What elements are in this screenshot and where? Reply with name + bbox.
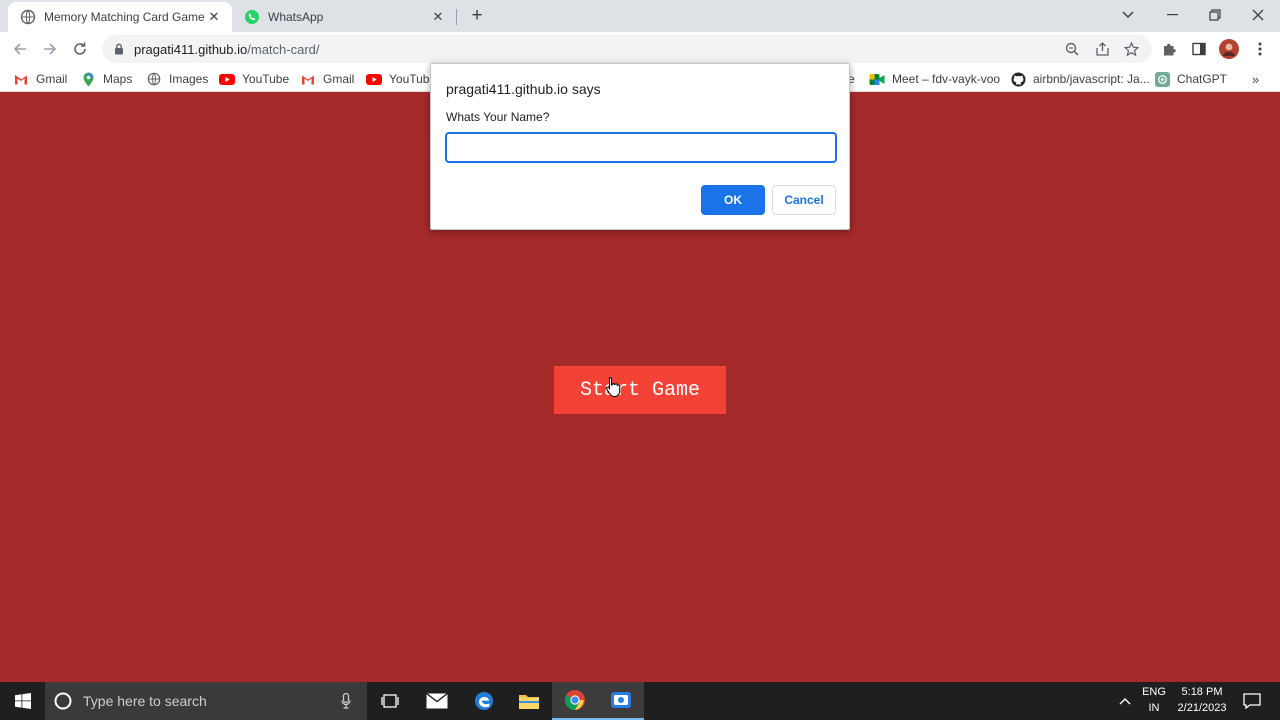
restore-icon	[1209, 9, 1221, 21]
ok-button[interactable]: OK	[701, 185, 765, 215]
bookmark-youtube-2[interactable]: YouTube	[366, 70, 430, 88]
bookmark-maps[interactable]: Maps	[80, 70, 132, 88]
close-icon[interactable]: ✕	[430, 9, 446, 25]
microphone-icon[interactable]	[341, 693, 351, 709]
lock-icon	[115, 43, 123, 55]
zoom-icon[interactable]	[1063, 40, 1081, 58]
extensions-button[interactable]	[1159, 39, 1179, 59]
bookmark-gmail-2[interactable]: Gmail	[300, 70, 354, 88]
bookmark-star-icon[interactable]	[1122, 40, 1140, 58]
chevron-up-icon	[1119, 698, 1131, 705]
menu-button[interactable]	[1250, 39, 1270, 59]
url-path: /match-card/	[247, 41, 320, 57]
mail-icon	[426, 693, 448, 709]
task-view-icon	[381, 694, 399, 708]
dialog-message: Whats Your Name?	[446, 110, 550, 124]
cortana-circle-icon	[54, 692, 72, 710]
minimize-icon	[1166, 14, 1178, 16]
reload-button[interactable]	[68, 37, 92, 61]
arrow-right-icon	[44, 43, 57, 55]
dialog-title: pragati411.github.io says	[446, 81, 601, 97]
bookmark-youtube[interactable]: YouTube	[219, 70, 289, 88]
taskbar-chrome[interactable]	[552, 682, 598, 720]
tab-search-button[interactable]	[1106, 0, 1150, 30]
chrome-icon	[564, 690, 585, 711]
profile-avatar[interactable]	[1219, 39, 1239, 59]
gmail-icon	[13, 71, 29, 87]
taskbar-search-box[interactable]: Type here to search	[45, 682, 367, 720]
back-button[interactable]	[8, 37, 32, 61]
reload-icon	[74, 42, 86, 55]
cancel-button[interactable]: Cancel	[772, 185, 836, 215]
recorder-icon	[611, 692, 631, 708]
taskbar-mail[interactable]	[414, 682, 460, 720]
close-icon	[1252, 9, 1264, 21]
bookmark-gmail[interactable]: Gmail	[13, 70, 67, 88]
github-icon	[1010, 71, 1026, 87]
more-bookmarks-button[interactable]: »	[1252, 70, 1259, 88]
close-icon[interactable]: ✕	[206, 9, 222, 25]
bookmark-images[interactable]: Images	[146, 70, 208, 88]
puzzle-icon	[1163, 43, 1176, 55]
notification-center-button[interactable]	[1232, 682, 1272, 720]
taskbar-file-explorer[interactable]	[506, 682, 552, 720]
browser-window: Memory Matching Card Game ✕ WhatsApp ✕ +	[0, 0, 1280, 720]
show-hidden-icons-button[interactable]	[1112, 682, 1138, 720]
windows-logo-icon	[14, 693, 31, 709]
whatsapp-icon	[245, 10, 259, 24]
double-chevron-right-icon: »	[1252, 71, 1260, 87]
tab-memory-game[interactable]: Memory Matching Card Game ✕	[8, 2, 232, 32]
folder-icon	[519, 695, 539, 709]
language-indicator[interactable]: ENG IN	[1138, 684, 1170, 716]
hand-cursor-icon	[606, 377, 621, 398]
taskbar-screen-recorder[interactable]	[598, 682, 644, 720]
taskbar-edge[interactable]	[461, 682, 507, 720]
side-panel-button[interactable]	[1189, 39, 1209, 59]
forward-button[interactable]	[38, 37, 62, 61]
task-view-button[interactable]	[367, 682, 413, 720]
bookmark-chatgpt[interactable]: ChatGPT	[1154, 70, 1227, 88]
meet-icon	[869, 71, 885, 87]
globe-icon	[20, 9, 36, 25]
youtube-icon	[219, 71, 235, 87]
gmail-icon	[300, 71, 316, 87]
chatgpt-icon	[1154, 71, 1170, 87]
side-panel-icon	[1192, 42, 1206, 56]
tab-title: Memory Matching Card Game	[44, 10, 205, 24]
clock[interactable]: 5:18 PM 2/21/2023	[1172, 684, 1232, 716]
chevron-down-icon	[1122, 11, 1134, 19]
avatar-icon	[1219, 39, 1239, 59]
notification-icon	[1243, 693, 1261, 709]
start-button[interactable]	[0, 682, 45, 720]
bookmark-meet[interactable]: Meet – fdv-vayk-voo	[869, 70, 1000, 88]
globe-icon	[146, 71, 162, 87]
prompt-dialog: pragati411.github.io says Whats Your Nam…	[430, 63, 850, 230]
arrow-left-icon	[13, 43, 26, 55]
close-window-button[interactable]	[1236, 0, 1280, 30]
edge-icon	[475, 692, 493, 710]
search-placeholder: Type here to search	[83, 693, 207, 709]
name-input[interactable]	[445, 132, 837, 163]
bookmark-github-airbnb[interactable]: airbnb/javascript: Ja...	[1010, 70, 1150, 88]
tab-strip: Memory Matching Card Game ✕ WhatsApp ✕ +	[0, 0, 1280, 32]
kebab-menu-icon	[1258, 42, 1262, 56]
youtube-icon	[366, 71, 382, 87]
new-tab-button[interactable]: +	[467, 5, 487, 26]
url-text: pragati411.github.io/match-card/	[134, 42, 320, 57]
tab-title: WhatsApp	[268, 10, 324, 24]
browser-toolbar: pragati411.github.io/match-card/	[0, 32, 1280, 66]
minimize-button[interactable]	[1150, 0, 1194, 30]
taskbar: Type here to search ENG IN 5:18 PM 2/21/…	[0, 682, 1280, 720]
restore-button[interactable]	[1193, 0, 1237, 30]
share-icon[interactable]	[1093, 40, 1111, 58]
tab-separator	[456, 9, 457, 25]
url-host: pragati411.github.io	[134, 41, 248, 57]
address-bar[interactable]: pragati411.github.io/match-card/	[102, 35, 1152, 63]
tab-whatsapp[interactable]: WhatsApp ✕	[232, 2, 456, 32]
start-game-button[interactable]: Start Game	[554, 366, 726, 414]
maps-icon	[80, 71, 96, 87]
